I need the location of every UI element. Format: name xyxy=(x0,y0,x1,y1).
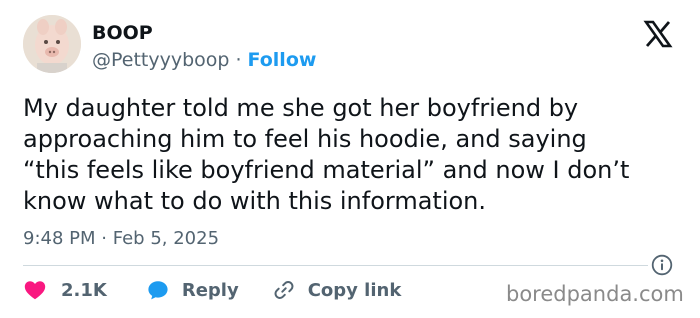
author-handle[interactable]: @Pettyyyboop xyxy=(92,49,229,71)
divider xyxy=(23,265,648,266)
author-name[interactable]: BOOP xyxy=(92,21,153,45)
copy-link-label: Copy link xyxy=(307,279,402,301)
heart-icon xyxy=(24,281,46,300)
reply-label: Reply xyxy=(181,279,239,301)
tweet-text: My daughter told me she got her boyfrien… xyxy=(23,94,630,215)
like-button[interactable]: 2.1K xyxy=(23,278,107,302)
timestamp-separator: · xyxy=(101,228,107,249)
like-count: 2.1K xyxy=(61,279,107,301)
avatar[interactable] xyxy=(23,15,81,73)
follow-button[interactable]: Follow xyxy=(248,49,317,71)
tweet-card: BOOP @Pettyyyboop · Follow My daughter tol… xyxy=(0,0,700,318)
handle-separator: · xyxy=(235,49,242,71)
author-handle-row: @Pettyyyboop · Follow xyxy=(92,48,316,72)
avatar-photo-icon xyxy=(23,15,81,73)
link-icon xyxy=(274,281,294,299)
tweet-time: 9:48 PM xyxy=(23,228,96,249)
tweet-date: Feb 5, 2025 xyxy=(112,228,220,249)
copy-link-button[interactable]: Copy link xyxy=(272,278,402,302)
tweet-timestamp[interactable]: 9:48 PM · Feb 5, 2025 xyxy=(23,227,219,251)
info-icon[interactable] xyxy=(651,254,673,276)
x-logo-icon[interactable] xyxy=(643,19,673,49)
reply-bubble-icon xyxy=(148,281,168,300)
reply-button[interactable]: Reply xyxy=(146,278,239,302)
action-bar: 2.1K Reply Copy link xyxy=(23,276,401,304)
watermark: boredpanda.com xyxy=(506,282,684,306)
